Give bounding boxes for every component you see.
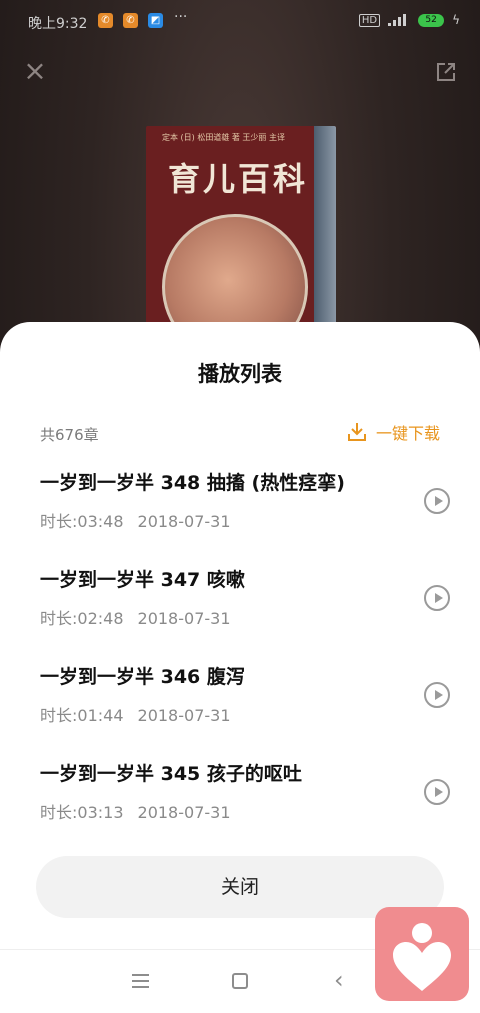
download-all-label: 一键下载 (375, 424, 440, 443)
item-meta: 时长:03:48 2018-07-31 (40, 508, 231, 532)
charging-icon: ϟ (452, 13, 460, 27)
item-title: 一岁到一岁半 346 腹泻 (40, 666, 245, 688)
close-icon[interactable]: × (22, 57, 48, 85)
item-duration: 时长:01:44 (40, 706, 124, 725)
chapter-count: 共676章 (40, 426, 99, 444)
cover-baby-image (162, 214, 308, 336)
item-title: 一岁到一岁半 347 咳嗽 (40, 569, 245, 591)
cover-title: 育儿百科 (167, 160, 308, 198)
heart-logo-icon[interactable] (375, 907, 469, 1001)
item-date: 2018-07-31 (137, 803, 231, 822)
app-notification-icon: ✆ (98, 13, 113, 28)
battery-icon: 52 (418, 13, 445, 27)
item-date: 2018-07-31 (137, 512, 231, 531)
app-notification-icon: ◩ (148, 13, 163, 28)
cover-side-strip (314, 126, 336, 336)
cover-top-text: 定本 (日) 松田道雄 著 王少丽 主译 (162, 133, 285, 142)
signal-icon (388, 14, 410, 26)
share-icon[interactable] (436, 62, 456, 82)
download-icon (347, 423, 366, 441)
play-circle-icon[interactable] (424, 585, 450, 611)
home-icon[interactable] (232, 973, 248, 989)
menu-icon[interactable] (132, 974, 149, 988)
download-all-button[interactable]: 一键下载 (346, 420, 440, 444)
playlist-item[interactable]: 一岁到一岁半 346 腹泻 时长:01:44 2018-07-31 (40, 662, 450, 742)
item-duration: 时长:02:48 (40, 609, 124, 628)
play-circle-icon[interactable] (424, 488, 450, 514)
item-date: 2018-07-31 (137, 609, 231, 628)
sheet-title: 播放列表 (198, 362, 282, 386)
playlist-item[interactable]: 一岁到一岁半 345 孩子的呕吐 时长:03:13 2018-07-31 (40, 759, 450, 839)
app-notification-icon: ✆ (123, 13, 138, 28)
item-meta: 时长:02:48 2018-07-31 (40, 605, 231, 629)
playlist-item[interactable]: 一岁到一岁半 348 抽搐 (热性痉挛) 时长:03:48 2018-07-31 (40, 468, 450, 548)
item-date: 2018-07-31 (137, 706, 231, 725)
status-indicators: HD 52 ϟ (358, 13, 460, 27)
item-duration: 时长:03:13 (40, 803, 124, 822)
item-title: 一岁到一岁半 348 抽搐 (热性痉挛) (40, 472, 345, 494)
item-meta: 时长:01:44 2018-07-31 (40, 702, 231, 726)
play-circle-icon[interactable] (424, 682, 450, 708)
playlist-item[interactable]: 一岁到一岁半 347 咳嗽 时长:02:48 2018-07-31 (40, 565, 450, 645)
book-cover: 定本 (日) 松田道雄 著 王少丽 主译 育儿百科 (146, 126, 336, 336)
hd-icon: HD (358, 13, 381, 27)
status-time: 晚上9:32 (28, 16, 88, 32)
item-meta: 时长:03:13 2018-07-31 (40, 799, 231, 823)
play-circle-icon[interactable] (424, 779, 450, 805)
back-icon[interactable]: ‹ (334, 966, 344, 994)
item-title: 一岁到一岁半 345 孩子的呕吐 (40, 763, 302, 785)
status-bar: 晚上9:32 ✆ ✆ ◩ ··· HD 52 ϟ (0, 0, 480, 44)
item-duration: 时长:03:48 (40, 512, 124, 531)
more-notifications-icon: ··· (174, 9, 188, 25)
